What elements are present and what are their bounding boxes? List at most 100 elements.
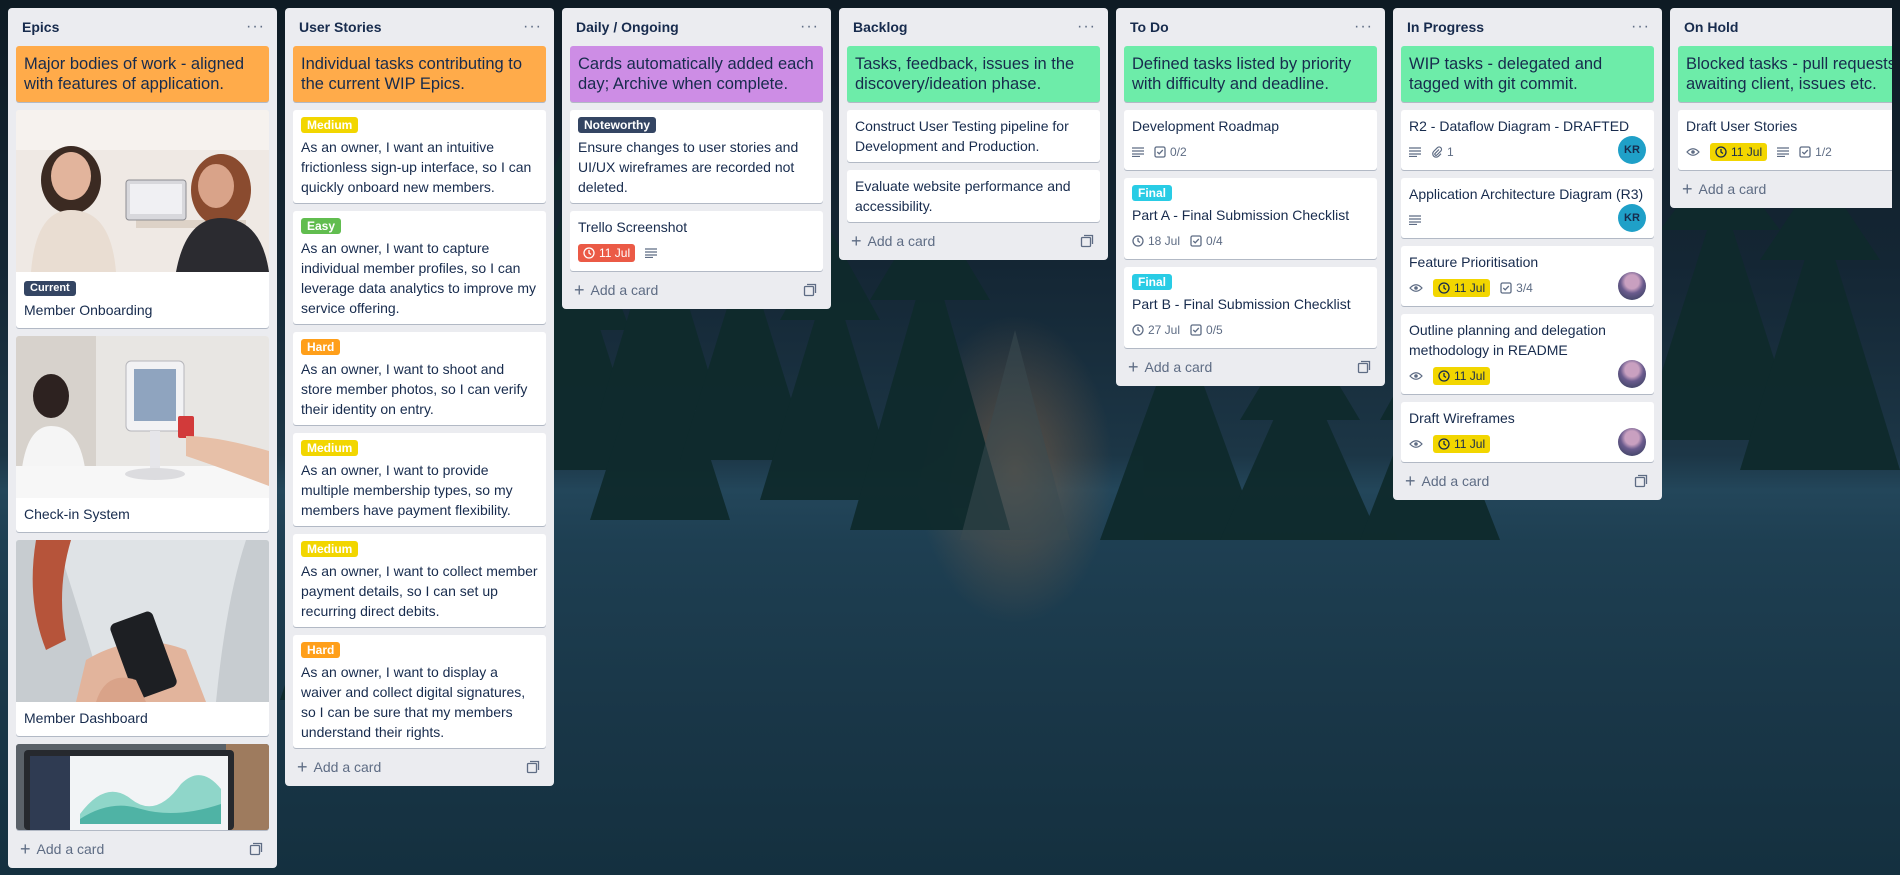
add-card-button[interactable]: + Add a card [1678, 170, 1892, 208]
card-user-story[interactable]: Medium As an owner, I want to collect me… [293, 534, 546, 627]
template-icon[interactable] [526, 760, 540, 774]
list-title[interactable]: On Hold [1684, 19, 1738, 35]
card-user-story[interactable]: Easy As an owner, I want to capture indi… [293, 211, 546, 324]
card-epic[interactable]: Check-in System [16, 336, 269, 532]
list-title[interactable]: User Stories [299, 19, 381, 35]
list-description-card[interactable]: Individual tasks contributing to the cur… [293, 46, 546, 102]
card-task[interactable]: Outline planning and delegation methodol… [1401, 314, 1654, 394]
list-menu-icon[interactable]: ··· [523, 19, 542, 35]
clock-icon [1132, 324, 1144, 336]
due-date-badge[interactable]: 11 Jul [1433, 367, 1491, 385]
date-badge[interactable]: 27 Jul [1132, 323, 1180, 337]
due-date-badge[interactable]: 11 Jul [578, 244, 636, 262]
card-title: Member Onboarding [24, 302, 153, 318]
card-badges: 11 Jul [1409, 364, 1491, 388]
date-badge[interactable]: 18 Jul [1132, 234, 1180, 248]
card-epic[interactable] [16, 744, 269, 830]
card-label: Medium [301, 440, 359, 456]
card-label: Medium [301, 117, 359, 133]
card-badges: 27 Jul 0/5 [1132, 318, 1369, 342]
list-menu-icon[interactable]: ··· [246, 19, 265, 35]
template-icon[interactable] [1080, 234, 1094, 248]
attachment-count: 1 [1447, 145, 1454, 159]
list-title[interactable]: In Progress [1407, 19, 1484, 35]
list-title[interactable]: Daily / Ongoing [576, 19, 679, 35]
card-title: Part A - Final Submission Checklist [1132, 207, 1350, 223]
due-date-badge[interactable]: 11 Jul [1433, 279, 1491, 297]
member-avatar[interactable] [1618, 428, 1646, 456]
list-title[interactable]: Epics [22, 19, 59, 35]
member-avatar[interactable] [1618, 360, 1646, 388]
card-label: Easy [301, 218, 342, 234]
member-avatar[interactable] [1618, 272, 1646, 300]
list-header: Daily / Ongoing ··· [570, 8, 823, 46]
list-description-card[interactable]: Tasks, feedback, issues in the discovery… [847, 46, 1100, 102]
add-card-label: Add a card [1698, 181, 1767, 197]
list-header: On Hold [1678, 8, 1892, 46]
template-icon[interactable] [1357, 360, 1371, 374]
description-icon [1409, 215, 1421, 225]
cover-image [16, 540, 269, 702]
card-task[interactable]: R2 - Dataflow Diagram - DRAFTED 1 KR [1401, 110, 1654, 170]
list-description-card[interactable]: Defined tasks listed by priority with di… [1124, 46, 1377, 102]
due-date-text: 11 Jul [1454, 281, 1486, 295]
card-user-story[interactable]: Medium As an owner, I want an intuitive … [293, 110, 546, 203]
list-menu-icon[interactable]: ··· [1077, 19, 1096, 35]
list-description-card[interactable]: Major bodies of work - aligned with feat… [16, 46, 269, 102]
card-user-story[interactable]: Medium As an owner, I want to provide mu… [293, 433, 546, 526]
list-menu-icon[interactable]: ··· [1631, 19, 1650, 35]
checklist-icon [1190, 235, 1202, 247]
add-card-button[interactable]: + Add a card [16, 830, 269, 868]
member-avatar[interactable]: KR [1618, 204, 1646, 232]
list-menu-icon[interactable]: ··· [800, 19, 819, 35]
plus-icon: + [20, 839, 31, 859]
card-task[interactable]: Application Architecture Diagram (R3) KR [1401, 178, 1654, 238]
card-task[interactable]: Development Roadmap 0/2 [1124, 110, 1377, 170]
card-task[interactable]: Evaluate website performance and accessi… [847, 170, 1100, 222]
add-card-button[interactable]: + Add a card [570, 271, 823, 309]
card-epic[interactable]: Member Dashboard [16, 540, 269, 736]
list-description-card[interactable]: Blocked tasks - pull requests awaiting c… [1678, 46, 1892, 102]
card-title: Development Roadmap [1132, 118, 1280, 134]
card-task[interactable]: Final Part B - Final Submission Checklis… [1124, 267, 1377, 348]
card-user-story[interactable]: Hard As an owner, I want to shoot and st… [293, 332, 546, 425]
due-date-text: 11 Jul [1731, 145, 1763, 159]
card-user-story[interactable]: Hard As an owner, I want to display a wa… [293, 635, 546, 748]
add-card-label: Add a card [36, 841, 105, 857]
checklist-badge: 1/2 [1799, 145, 1832, 159]
card-task[interactable]: Feature Prioritisation 11 Jul 3/4 [1401, 246, 1654, 306]
template-icon[interactable] [1634, 474, 1648, 488]
member-avatar[interactable]: KR [1618, 136, 1646, 164]
description-icon [1132, 147, 1144, 157]
card-epic[interactable]: Current Member Onboarding [16, 110, 269, 328]
due-date-text: 11 Jul [1454, 437, 1486, 451]
add-card-button[interactable]: + Add a card [1124, 348, 1377, 386]
card-task[interactable]: Final Part A - Final Submission Checklis… [1124, 178, 1377, 259]
card-task[interactable]: Construct User Testing pipeline for Deve… [847, 110, 1100, 162]
list-to-do: To Do ··· Defined tasks listed by priori… [1116, 8, 1385, 386]
template-icon[interactable] [249, 842, 263, 856]
card-task[interactable]: Trello Screenshot 11 Jul [570, 211, 823, 271]
template-icon[interactable] [803, 283, 817, 297]
card-task[interactable]: Draft Wireframes 11 Jul [1401, 402, 1654, 462]
add-card-label: Add a card [590, 282, 659, 298]
checklist-badge: 0/2 [1154, 145, 1187, 159]
list-title[interactable]: Backlog [853, 19, 907, 35]
list-description-card[interactable]: Cards automatically added each day; Arch… [570, 46, 823, 102]
card-title: As an owner, I want an intuitive frictio… [301, 139, 532, 195]
due-date-badge[interactable]: 11 Jul [1710, 143, 1768, 161]
list-description-card[interactable]: WIP tasks - delegated and tagged with gi… [1401, 46, 1654, 102]
eye-icon [1409, 283, 1423, 293]
add-card-label: Add a card [1421, 473, 1490, 489]
add-card-button[interactable]: + Add a card [1401, 462, 1654, 500]
due-date-badge[interactable]: 11 Jul [1433, 435, 1491, 453]
card-label: Final [1132, 185, 1173, 201]
card-task[interactable]: Draft User Stories 11 Jul 1/2 [1678, 110, 1892, 170]
add-card-button[interactable]: + Add a card [847, 222, 1100, 260]
card-task[interactable]: Noteworthy Ensure changes to user storie… [570, 110, 823, 203]
add-card-button[interactable]: + Add a card [293, 748, 546, 786]
clock-icon [1132, 235, 1144, 247]
list-menu-icon[interactable]: ··· [1354, 19, 1373, 35]
list-title[interactable]: To Do [1130, 19, 1169, 35]
eye-icon [1409, 439, 1423, 449]
